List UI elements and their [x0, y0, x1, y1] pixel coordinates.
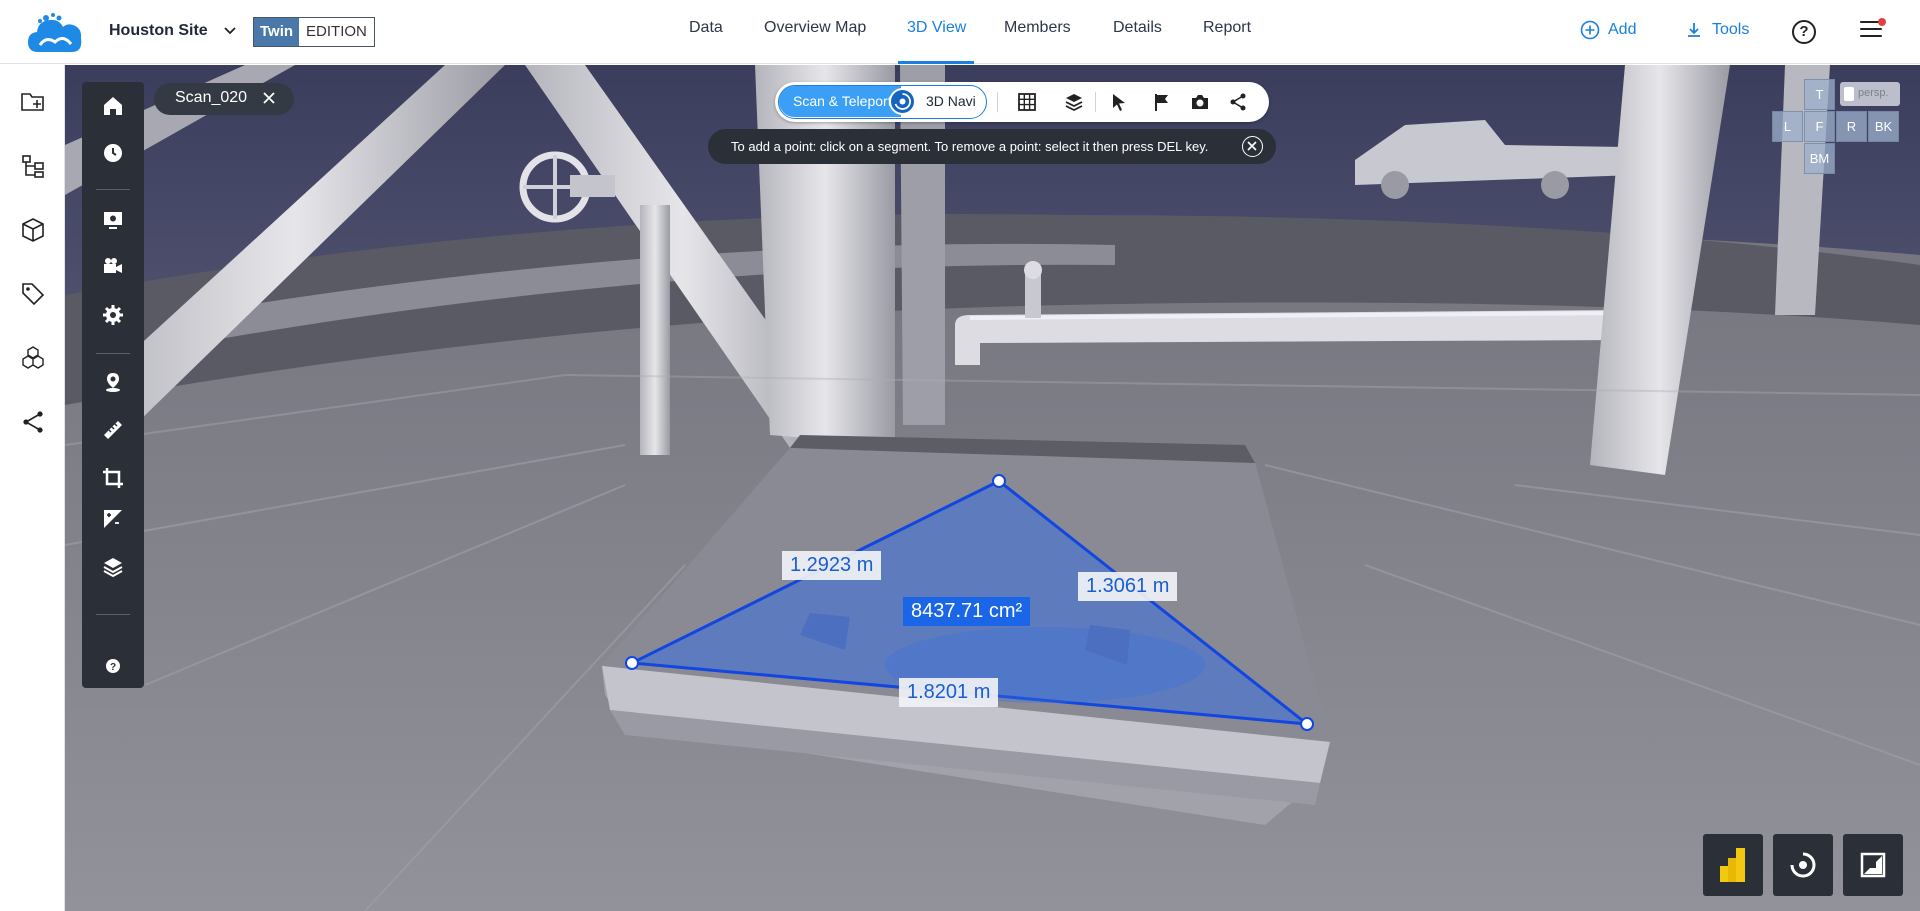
- site-name[interactable]: Houston Site: [109, 22, 208, 40]
- cursor-icon[interactable]: [1109, 92, 1129, 112]
- hierarchy-icon[interactable]: [20, 153, 46, 179]
- hint-text: To add a point: click on a segment. To r…: [731, 139, 1209, 154]
- folder-add-icon[interactable]: [20, 89, 46, 115]
- flag-icon[interactable]: [1152, 92, 1172, 112]
- top-bar: Houston Site Twin EDITION Data Overview …: [0, 0, 1920, 64]
- edition-label: EDITION: [299, 18, 374, 46]
- perspective-toggle[interactable]: persp.: [1840, 82, 1900, 106]
- view-bottom-button[interactable]: BM: [1804, 143, 1835, 174]
- camera-path-icon[interactable]: [101, 255, 125, 279]
- screen-settings-icon[interactable]: [101, 208, 125, 232]
- nav-data[interactable]: Data: [689, 19, 723, 37]
- 3d-navi-option[interactable]: 3D Navi: [926, 93, 976, 109]
- rotate-view-icon: [1790, 852, 1816, 878]
- edge-length-label: 1.3061 m: [1078, 572, 1178, 601]
- edge-length-label: 1.2923 m: [782, 551, 882, 580]
- persp-label: persp.: [1858, 87, 1889, 99]
- left-rail: [0, 65, 65, 911]
- nav-3d-view[interactable]: 3D View: [907, 19, 966, 37]
- nav-report[interactable]: Report: [1203, 19, 1251, 37]
- scan-chip[interactable]: Scan_020: [154, 83, 294, 115]
- cube-icon[interactable]: [20, 217, 46, 243]
- 3d-viewport[interactable]: [65, 65, 1920, 911]
- home-icon[interactable]: [101, 94, 125, 118]
- tag-icon[interactable]: [20, 281, 46, 307]
- crop-icon[interactable]: [101, 466, 125, 490]
- nav-details[interactable]: Details: [1113, 19, 1162, 37]
- notification-dot: [1878, 18, 1886, 26]
- compass-icon[interactable]: [101, 141, 125, 165]
- close-icon[interactable]: [262, 91, 276, 105]
- active-tab-indicator: [898, 61, 974, 64]
- scan-chip-label: Scan_020: [175, 89, 248, 106]
- mode-toolbar: Scan & Teleport 3D Navi: [775, 82, 1269, 122]
- tools-label: Tools: [1712, 21, 1750, 38]
- view-front-button[interactable]: F: [1804, 111, 1835, 142]
- close-icon[interactable]: [1242, 136, 1263, 157]
- edge-length-label: 1.8201 m: [899, 678, 999, 707]
- tool-panel: ?: [82, 82, 144, 688]
- toggle-switch-icon: [1844, 87, 1854, 101]
- view-top-button[interactable]: T: [1804, 79, 1835, 110]
- nav-members[interactable]: Members: [1004, 19, 1071, 37]
- navigation-mode-toggle[interactable]: Scan & Teleport 3D Navi: [778, 85, 987, 119]
- hint-tooltip: To add a point: click on a segment. To r…: [708, 129, 1276, 164]
- camera-icon[interactable]: [1190, 92, 1210, 112]
- share-icon[interactable]: [1228, 92, 1248, 112]
- plus-circle-icon: [1580, 20, 1600, 40]
- toggle-knob-icon[interactable]: [889, 88, 916, 115]
- viewpoint-button[interactable]: [1773, 834, 1833, 896]
- cubes-icon[interactable]: [20, 345, 46, 371]
- layers-icon[interactable]: [1064, 92, 1084, 112]
- grid-icon[interactable]: [1017, 92, 1037, 112]
- cloud-logo-icon[interactable]: [26, 12, 84, 54]
- view-right-button[interactable]: R: [1836, 111, 1867, 142]
- tools-button[interactable]: Tools: [1684, 20, 1749, 40]
- powerbi-button[interactable]: [1703, 834, 1763, 896]
- compare-icon[interactable]: [101, 507, 125, 531]
- minimap-icon: [1860, 852, 1886, 878]
- minimap-button[interactable]: [1843, 834, 1903, 896]
- menu-button[interactable]: [1860, 18, 1886, 41]
- nav-overview-map[interactable]: Overview Map: [764, 19, 866, 37]
- area-label: 8437.71 cm²: [903, 597, 1031, 626]
- location-pin-icon[interactable]: [101, 370, 125, 394]
- help-icon[interactable]: ?: [101, 654, 125, 678]
- point-cloud-scene: [65, 65, 1920, 911]
- powerbi-icon: [1720, 848, 1745, 882]
- edition-badge: Twin EDITION: [253, 17, 375, 47]
- layers-edit-icon[interactable]: [101, 555, 125, 579]
- gear-icon[interactable]: [101, 303, 125, 327]
- view-left-button[interactable]: L: [1772, 111, 1803, 142]
- add-button[interactable]: Add: [1580, 20, 1636, 40]
- download-icon: [1688, 23, 1700, 37]
- add-label: Add: [1608, 21, 1637, 38]
- share-icon[interactable]: [20, 409, 46, 435]
- svg-text:?: ?: [110, 662, 116, 673]
- help-button[interactable]: ?: [1792, 20, 1816, 44]
- chevron-down-icon[interactable]: [222, 22, 238, 38]
- view-back-button[interactable]: BK: [1868, 111, 1899, 142]
- scan-teleport-option[interactable]: Scan & Teleport: [779, 86, 901, 117]
- edition-twin: Twin: [254, 18, 300, 46]
- ruler-icon[interactable]: [101, 418, 125, 442]
